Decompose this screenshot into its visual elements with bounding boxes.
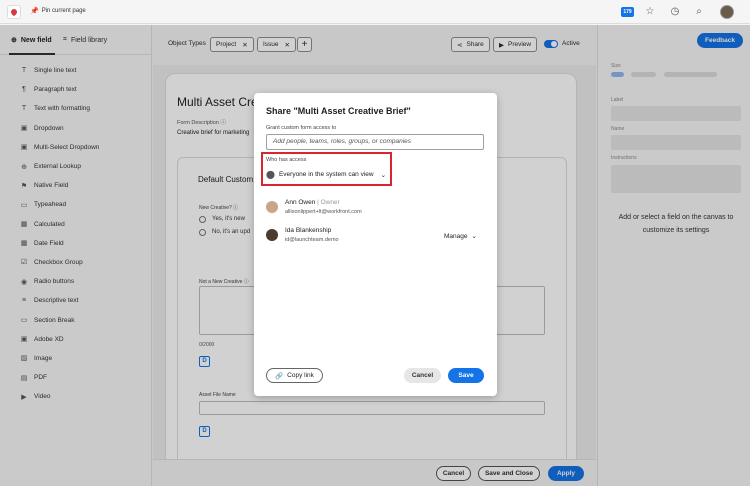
dialog-title: Share "Multi Asset Creative Brief" [266, 106, 411, 116]
manage-label: Manage [444, 232, 468, 240]
link-icon: 🔗 [275, 372, 284, 380]
grant-access-label: Grant custom form access to [266, 125, 337, 131]
share-dialog: Share "Multi Asset Creative Brief" Grant… [254, 93, 497, 396]
copy-link-button[interactable]: 🔗 Copy link [266, 368, 323, 383]
person-email: allisonlippert+lt@workfront.com [285, 209, 362, 215]
manage-permission-dropdown[interactable]: Manage ⌄ [444, 232, 477, 241]
pin-label: Pin current page [41, 8, 86, 14]
dialog-save-button[interactable]: Save [448, 368, 484, 383]
person-row: Ida Blankenship id@launchteam.demo [266, 227, 339, 243]
pin-current-page-button[interactable]: 📌 Pin current page [30, 7, 86, 15]
top-bar: 📌 Pin current page 179 ☆ ◷ ⌕ [0, 0, 750, 24]
copy-link-label: Copy link [287, 372, 314, 379]
person-name: Ida Blankenship [285, 227, 332, 234]
dialog-cancel-button[interactable]: Cancel [404, 368, 441, 383]
who-has-access-label: Who has access [266, 157, 307, 163]
avatar [266, 229, 278, 241]
person-row: Ann Owen | Owner allisonlippert+lt@workf… [266, 199, 362, 215]
star-icon[interactable]: ☆ [643, 5, 657, 19]
chevron-down-icon: ⌄ [471, 233, 477, 240]
access-level-dropdown[interactable]: ⬤ Everyone in the system can view ⌄ [266, 170, 386, 179]
count-badge[interactable]: 179 [621, 7, 634, 17]
location-pin-icon: ⬤ [266, 170, 275, 179]
person-email: id@launchteam.demo [285, 237, 339, 243]
access-level-value: Everyone in the system can view [278, 171, 374, 178]
user-avatar[interactable] [720, 5, 734, 19]
pin-icon: 📌 [30, 8, 39, 15]
search-icon[interactable]: ⌕ [692, 5, 706, 19]
chevron-down-icon: ⌄ [380, 171, 387, 179]
people-search-input[interactable]: Add people, teams, roles, groups, or com… [266, 134, 484, 150]
history-icon[interactable]: ◷ [668, 5, 682, 19]
app-logo-icon[interactable] [7, 5, 21, 19]
person-name: Ann Owen | Owner [285, 199, 340, 206]
avatar [266, 201, 278, 213]
